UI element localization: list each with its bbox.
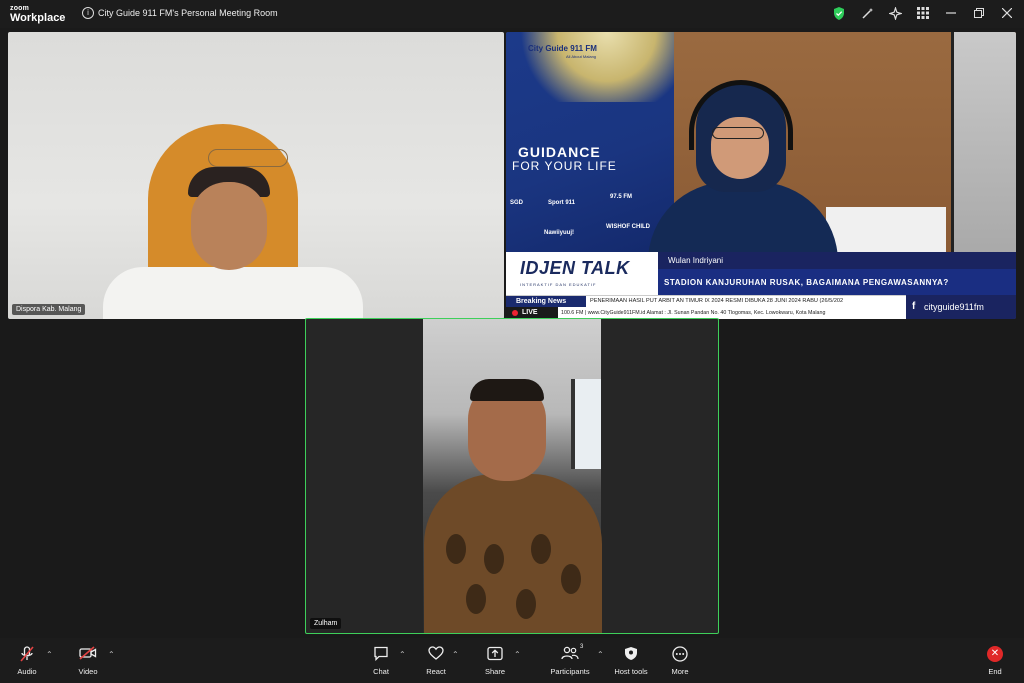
meeting-info-icon[interactable]: i	[82, 7, 94, 19]
participants-count: 3	[580, 644, 584, 650]
magic-pen-icon[interactable]	[860, 6, 874, 20]
zoom-logo: zoom Workplace	[10, 5, 65, 24]
host-tools-button[interactable]: Host tools	[606, 646, 656, 676]
apps-grid-icon[interactable]	[916, 6, 930, 20]
video-tile-participant-2[interactable]: City Guide 911 FM All About Malang GUIDA…	[506, 32, 1016, 319]
news-ticker: PENERIMAAN HASIL PUT ARBIT AN TIMUR IX 2…	[590, 298, 844, 304]
banner-line2: FOR YOUR LIFE	[512, 159, 617, 173]
live-label: LIVE	[522, 309, 538, 316]
more-button[interactable]: More	[655, 646, 705, 676]
title-bar: zoom Workplace i City Guide 911 FM's Per…	[0, 0, 1024, 28]
close-icon[interactable]	[1000, 6, 1014, 20]
shield-icon	[624, 646, 638, 662]
show-title: IDJEN TALK	[520, 258, 630, 278]
chat-options-caret[interactable]: ⌃	[399, 650, 406, 659]
heart-icon	[428, 646, 444, 662]
sponsor-logo: Sport 911	[548, 200, 576, 206]
video-tile-participant-1[interactable]: Dispora Kab. Malang	[8, 32, 504, 319]
end-meeting-button[interactable]: ✕ End	[970, 646, 1020, 676]
studio-banner: City Guide 911 FM All About Malang GUIDA…	[506, 32, 674, 262]
end-call-icon: ✕	[987, 646, 1003, 662]
meeting-toolbar: Audio ⌃ Video ⌃ Chat ⌃ React ⌃ Share ⌃ P…	[0, 638, 1024, 683]
react-options-caret[interactable]: ⌃	[452, 650, 459, 659]
sparkle-icon[interactable]	[888, 6, 902, 20]
brand-top: zoom	[10, 5, 30, 12]
participants-icon	[561, 646, 579, 662]
camera-off-icon	[79, 646, 97, 662]
video-tile-active-speaker[interactable]: Zulham	[305, 318, 719, 634]
show-subtitle: INTERAKTIF DAN EDUKATIF	[520, 282, 597, 287]
video-button[interactable]: Video	[63, 646, 113, 676]
sponsor-logo: SGD	[510, 200, 524, 206]
chat-icon	[373, 646, 389, 662]
broadcast-lower-third: IDJEN TALK INTERAKTIF DAN EDUKATIF Wulan…	[506, 252, 1016, 319]
participant-name-label: Zulham	[310, 618, 342, 629]
share-options-caret[interactable]: ⌃	[514, 650, 521, 659]
broadcast-logo-sub: All About Malang	[566, 54, 597, 59]
audio-options-caret[interactable]: ⌃	[46, 650, 53, 659]
sponsor-logo: Nawiiyuuj!	[544, 230, 575, 236]
social-handle: cityguide911fm	[924, 302, 984, 312]
participant-name-label: Dispora Kab. Malang	[12, 304, 86, 315]
video-options-caret[interactable]: ⌃	[108, 650, 115, 659]
live-dot-icon	[512, 310, 518, 316]
host-name: Wulan Indriyani	[668, 256, 723, 265]
participants-options-caret[interactable]: ⌃	[597, 650, 604, 659]
banner-line1: GUIDANCE	[518, 144, 601, 160]
window-title: City Guide 911 FM's Personal Meeting Roo…	[98, 8, 278, 18]
mic-muted-icon	[20, 646, 34, 662]
participants-button[interactable]: Participants	[545, 646, 595, 676]
facebook-icon: f	[912, 301, 916, 312]
headline: STADION KANJURUHAN RUSAK, BAGAIMANA PENG…	[664, 278, 949, 287]
audio-button[interactable]: Audio	[2, 646, 52, 676]
broadcast-logo: City Guide 911 FM	[528, 44, 597, 53]
restore-icon[interactable]	[972, 6, 986, 20]
minimize-icon[interactable]	[944, 6, 958, 20]
brand-bottom: Workplace	[10, 12, 66, 24]
sponsor-logo: WISHOF CHILD	[606, 224, 650, 230]
share-button[interactable]: Share	[470, 646, 520, 676]
address-ticker: 100.6 FM | www.CityGuide911FM.id Alamat …	[561, 310, 826, 316]
share-screen-icon	[487, 646, 503, 662]
shield-check-icon[interactable]	[832, 6, 846, 20]
sponsor-logo: 97.5 FM	[610, 194, 633, 200]
more-icon	[672, 646, 688, 662]
